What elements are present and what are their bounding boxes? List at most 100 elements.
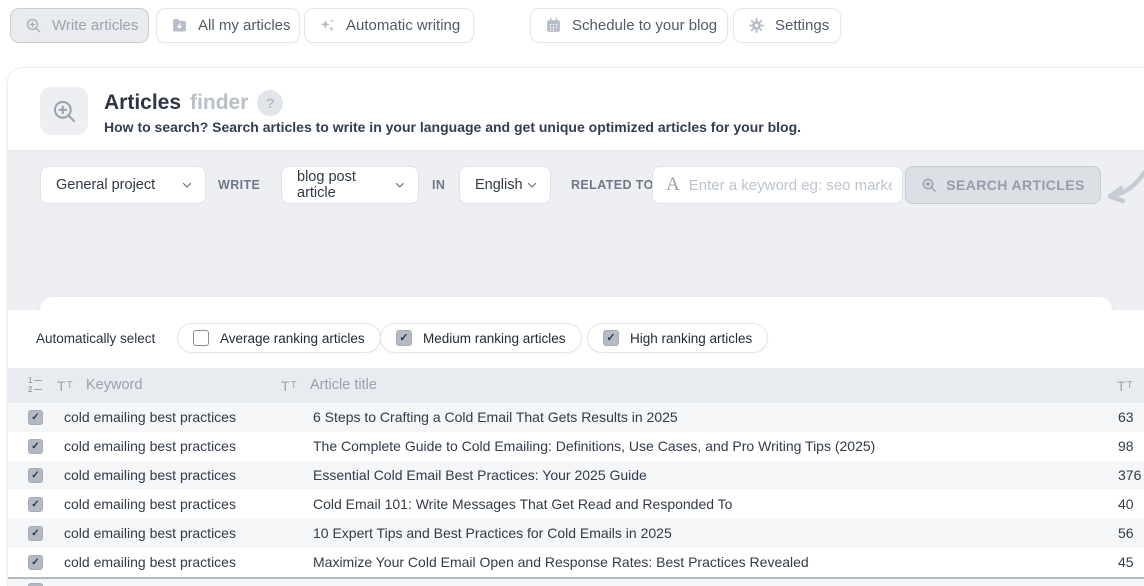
check-icon: ✓ <box>31 499 39 510</box>
page-title: Articles <box>104 91 181 115</box>
row-metric: 40 <box>1118 490 1134 519</box>
article-type-select[interactable]: blog post article <box>281 166 419 204</box>
tab-settings[interactable]: Settings <box>733 8 841 43</box>
in-label: IN <box>432 166 445 204</box>
row-title: The Complete Guide to Cold Emailing: Def… <box>313 432 875 461</box>
row-checkbox[interactable]: ✓ <box>28 410 43 425</box>
row-keyword: cold emailing best practices <box>64 461 236 490</box>
language-select[interactable]: English <box>459 166 551 204</box>
row-title: Cold Email 101: Write Messages That Get … <box>313 490 732 519</box>
checkbox-checked[interactable]: ✓ <box>603 330 619 346</box>
checkbox-checked[interactable]: ✓ <box>396 330 412 346</box>
table-row[interactable]: ✓ cold emailing best practices The Compl… <box>8 432 1144 461</box>
row-title: Maximize Your Cold Email Open and Respon… <box>313 548 809 577</box>
magnifier-plus-icon <box>921 177 937 193</box>
tab-all-my-articles[interactable]: All my articles <box>156 8 300 43</box>
tab-write-articles[interactable]: Write articles <box>10 8 149 43</box>
checkbox-unchecked[interactable] <box>193 330 209 346</box>
articles-finder-panel: Articles finder ? How to search? Search … <box>8 68 1144 586</box>
checkbox-average-ranking[interactable]: Average ranking articles <box>177 323 381 353</box>
check-icon: ✓ <box>31 557 39 568</box>
checkbox-label: Medium ranking articles <box>423 331 566 346</box>
table-row[interactable]: ✓ cold emailing best practices Maximize … <box>8 548 1144 577</box>
table-row[interactable]: ✓ cold emailing best practices Cold Emai… <box>8 490 1144 519</box>
check-icon: ✓ <box>31 470 39 481</box>
text-type-icon: TT <box>57 368 73 403</box>
calendar-icon <box>545 17 562 34</box>
row-keyword: cold emailing best practices <box>64 490 236 519</box>
chevron-down-icon <box>394 179 406 191</box>
row-checkbox[interactable]: ✓ <box>28 526 43 541</box>
write-label: WRITE <box>218 166 260 204</box>
check-icon: ✓ <box>31 412 39 423</box>
article-type-value: blog post article <box>297 169 394 201</box>
row-metric: 45 <box>1118 548 1134 577</box>
check-icon: ✓ <box>606 333 615 344</box>
chevron-down-icon <box>181 179 193 191</box>
row-checkbox[interactable]: ✓ <box>28 555 43 570</box>
tab-label: Schedule to your blog <box>572 17 717 34</box>
keyword-input[interactable] <box>689 177 892 194</box>
search-articles-button[interactable]: SEARCH ARTICLES <box>905 166 1101 204</box>
column-header-keyword[interactable]: Keyword <box>86 368 142 403</box>
chevron-down-icon <box>526 179 538 191</box>
tab-automatic-writing[interactable]: Automatic writing <box>304 8 474 43</box>
search-section: General project WRITE blog post article … <box>8 150 1144 310</box>
text-type-icon: TT <box>1117 368 1133 403</box>
table-row[interactable]: ✓ cold emailing best practices Essential… <box>8 461 1144 490</box>
finder-magnifier-icon <box>40 87 88 135</box>
table-row[interactable]: ✓ cold emailing best practices 6 Steps t… <box>8 403 1144 432</box>
row-metric: 98 <box>1118 432 1134 461</box>
table-row[interactable]: ✓ cold emailing best practices 10 Expert… <box>8 519 1144 548</box>
row-title: Essential Cold Email Best Practices: You… <box>313 461 647 490</box>
gear-icon <box>748 17 765 34</box>
text-a-icon: A <box>666 174 680 196</box>
row-keyword: cold emailing best practices <box>64 519 236 548</box>
row-checkbox[interactable]: ✓ <box>28 439 43 454</box>
row-checkbox[interactable]: ✓ <box>28 468 43 483</box>
row-keyword: cold emailing best practices <box>64 548 236 577</box>
row-metric: 56 <box>1118 519 1134 548</box>
sort-order-icon[interactable]: 1 2 <box>28 376 46 395</box>
sort-digit: 2 <box>28 385 32 394</box>
check-icon: ✓ <box>31 441 39 452</box>
row-checkbox[interactable]: ✓ <box>28 497 43 512</box>
auto-select-section: Automatically select Average ranking art… <box>8 310 1144 368</box>
check-icon: ✓ <box>399 333 408 344</box>
auto-select-label: Automatically select <box>36 310 155 368</box>
row-metric: 63 <box>1118 403 1134 432</box>
column-header-article-title[interactable]: Article title <box>310 368 377 403</box>
language-value: English <box>475 177 523 193</box>
tab-label: Automatic writing <box>346 17 460 34</box>
row-keyword: cold emailing best practices <box>64 432 236 461</box>
row-title: 10 Expert Tips and Best Practices for Co… <box>313 519 672 548</box>
checkbox-medium-ranking[interactable]: ✓ Medium ranking articles <box>380 323 582 353</box>
checkbox-label: Average ranking articles <box>220 331 365 346</box>
keyword-input-wrap: A <box>652 166 903 204</box>
page-title-secondary: finder <box>190 91 248 115</box>
tab-label: All my articles <box>198 17 291 34</box>
finder-subtitle: How to search? Search articles to write … <box>104 119 801 135</box>
project-select-value: General project <box>56 177 155 193</box>
tab-label: Settings <box>775 17 829 34</box>
related-to-label: RELATED TO <box>571 166 654 204</box>
project-select[interactable]: General project <box>40 166 206 204</box>
magnifier-plus-icon <box>25 17 42 34</box>
text-type-icon: TT <box>281 368 297 403</box>
curved-arrow-icon <box>1102 166 1144 214</box>
row-title: 6 Steps to Crafting a Cold Email That Ge… <box>313 403 678 432</box>
table-row-partial[interactable] <box>8 577 1144 586</box>
table-header: 1 2 TT Keyword TT Article title TT <box>8 368 1144 403</box>
app-window: Write articles All my articles Automatic… <box>0 0 1144 586</box>
sparkle-icon <box>319 17 336 34</box>
checkbox-high-ranking[interactable]: ✓ High ranking articles <box>587 323 768 353</box>
help-icon[interactable]: ? <box>257 90 283 116</box>
row-keyword: cold emailing best practices <box>64 403 236 432</box>
folder-download-icon <box>171 17 188 34</box>
tab-schedule-to-blog[interactable]: Schedule to your blog <box>530 8 728 43</box>
tab-label: Write articles <box>52 17 138 34</box>
check-icon: ✓ <box>31 528 39 539</box>
row-metric: 376 <box>1118 461 1141 490</box>
sort-digit: 1 <box>28 376 32 385</box>
checkbox-label: High ranking articles <box>630 331 752 346</box>
